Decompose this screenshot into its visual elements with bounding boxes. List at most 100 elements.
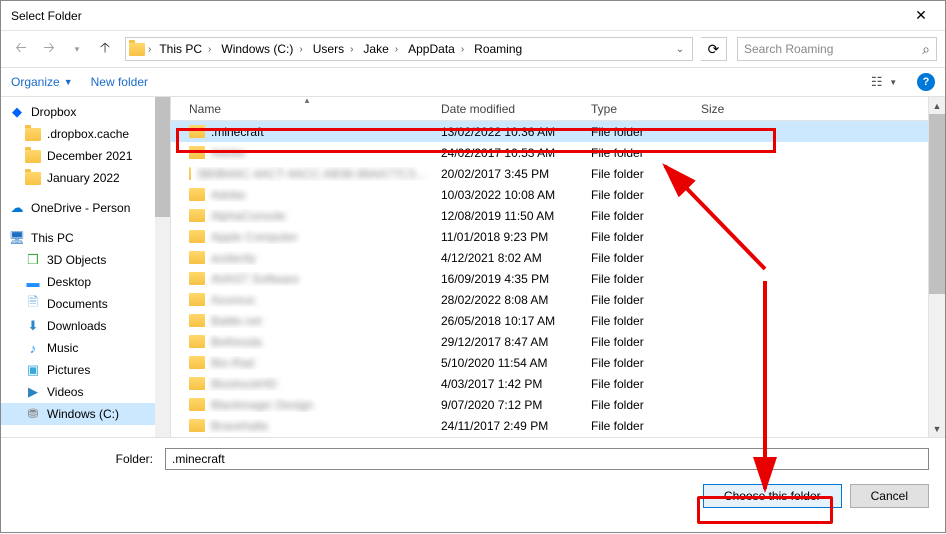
file-list: Name Date modified Type Size .minecraft 1… — [171, 97, 928, 437]
file-date: 11/01/2018 9:23 PM — [433, 230, 583, 244]
nav-windows-c[interactable]: ⛃Windows (C:) — [1, 403, 155, 425]
file-type: File folder — [583, 209, 693, 223]
folder-icon — [189, 125, 205, 138]
scrollbar-thumb[interactable] — [155, 97, 170, 217]
nav-dropbox[interactable]: ◆Dropbox — [1, 101, 155, 123]
folder-icon — [189, 209, 205, 222]
search-box[interactable]: ⌕ — [737, 37, 937, 61]
breadcrumb[interactable]: AppData› — [402, 38, 468, 60]
file-name: AlphaConsole — [211, 209, 286, 223]
column-name[interactable]: Name — [181, 102, 433, 116]
nav-this-pc[interactable]: 🖥This PC — [1, 227, 155, 249]
file-row[interactable]: Bethesda29/12/2017 8:47 AMFile folder — [171, 331, 928, 352]
file-row[interactable]: 3B0B4AC-4ACT-4ACC-AB36-96AA77C3...20/02/… — [171, 163, 928, 184]
file-name: Bravehalla — [211, 419, 268, 433]
file-type: File folder — [583, 146, 693, 160]
file-row[interactable]: Adobe24/02/2017 10:53 AMFile folder — [171, 142, 928, 163]
nav-item[interactable]: .dropbox.cache — [1, 123, 155, 145]
folder-icon — [189, 230, 205, 243]
scroll-up-button[interactable]: ▲ — [929, 97, 945, 114]
column-size[interactable]: Size — [693, 102, 773, 116]
search-input[interactable] — [744, 42, 922, 56]
file-name: AVAST Software — [211, 272, 299, 286]
folder-icon — [189, 293, 205, 306]
file-name: Blackmagic Design — [211, 398, 313, 412]
folder-icon — [25, 148, 41, 164]
nav-downloads[interactable]: ⬇Downloads — [1, 315, 155, 337]
file-name: Apple Computer — [211, 230, 298, 244]
nav-documents[interactable]: 🗎Documents — [1, 293, 155, 315]
file-type: File folder — [583, 356, 693, 370]
breadcrumb[interactable]: Users› — [307, 38, 358, 60]
file-name: .minecraft — [211, 125, 264, 139]
folder-icon — [189, 335, 205, 348]
breadcrumb[interactable]: Windows (C:)› — [215, 38, 306, 60]
help-button[interactable]: ? — [917, 73, 935, 91]
address-bar[interactable]: › This PC› Windows (C:)› Users› Jake› Ap… — [125, 37, 693, 61]
file-row[interactable]: audacity4/12/2021 8:02 AMFile folder — [171, 247, 928, 268]
search-icon[interactable]: ⌕ — [922, 41, 930, 58]
file-name: Bio-Rad — [211, 356, 254, 370]
column-date[interactable]: Date modified — [433, 102, 583, 116]
file-name: 3B0B4AC-4ACT-4ACC-AB36-96AA77C3... — [197, 167, 425, 181]
breadcrumb[interactable]: Jake› — [357, 38, 402, 60]
file-date: 9/07/2020 7:12 PM — [433, 398, 583, 412]
new-folder-button[interactable]: New folder — [91, 75, 148, 89]
close-button[interactable]: ✕ — [901, 2, 941, 30]
folder-icon — [189, 377, 205, 390]
nav-onedrive[interactable]: ☁OneDrive - Person — [1, 197, 155, 219]
nav-music[interactable]: ♪Music — [1, 337, 155, 359]
choose-folder-button[interactable]: Choose this folder — [703, 484, 842, 508]
folder-icon — [189, 314, 205, 327]
nav-desktop[interactable]: ▬Desktop — [1, 271, 155, 293]
file-row[interactable]: BioshockHD4/03/2017 1:42 PMFile folder — [171, 373, 928, 394]
forward-button[interactable]: 🡢 — [37, 37, 61, 61]
column-headers: Name Date modified Type Size — [171, 97, 928, 121]
nav-videos[interactable]: ▶Videos — [1, 381, 155, 403]
folder-icon — [189, 398, 205, 411]
file-type: File folder — [583, 251, 693, 265]
file-row[interactable]: AlphaConsole12/08/2019 11:50 AMFile fold… — [171, 205, 928, 226]
file-date: 4/12/2021 8:02 AM — [433, 251, 583, 265]
file-row[interactable]: Battle.net26/05/2018 10:17 AMFile folder — [171, 310, 928, 331]
nav-item[interactable]: January 2022 — [1, 167, 155, 189]
file-type: File folder — [583, 335, 693, 349]
file-row[interactable]: Blackmagic Design9/07/2020 7:12 PMFile f… — [171, 394, 928, 415]
back-button[interactable]: 🡠 — [9, 37, 33, 61]
file-date: 13/02/2022 10:36 AM — [433, 125, 583, 139]
file-type: File folder — [583, 293, 693, 307]
folder-icon — [189, 419, 205, 432]
chevron-right-icon[interactable]: › — [146, 44, 153, 55]
file-row[interactable]: Bravehalla24/11/2017 2:49 PMFile folder — [171, 415, 928, 436]
pc-icon: 🖥 — [9, 230, 25, 246]
cancel-button[interactable]: Cancel — [850, 484, 929, 508]
file-scrollbar[interactable]: ▲ ▼ — [928, 97, 945, 437]
file-date: 24/11/2017 2:49 PM — [433, 419, 583, 433]
folder-icon — [189, 356, 205, 369]
folder-icon — [189, 272, 205, 285]
scrollbar-thumb[interactable] — [929, 114, 945, 294]
chevron-down-icon[interactable]: ⌄ — [670, 44, 690, 55]
file-row[interactable]: AVAST Software16/09/2019 4:35 PMFile fol… — [171, 268, 928, 289]
up-button[interactable]: 🡡 — [93, 37, 117, 61]
breadcrumb[interactable]: Roaming — [468, 38, 528, 60]
scroll-down-button[interactable]: ▼ — [929, 420, 945, 437]
file-row[interactable]: Apple Computer11/01/2018 9:23 PMFile fol… — [171, 226, 928, 247]
file-type: File folder — [583, 167, 693, 181]
nav-3d-objects[interactable]: ❒3D Objects — [1, 249, 155, 271]
column-type[interactable]: Type — [583, 102, 693, 116]
file-name: BioshockHD — [211, 377, 277, 391]
organize-menu[interactable]: Organize ▼ — [11, 75, 73, 89]
file-row[interactable]: Adobe10/03/2022 10:08 AMFile folder — [171, 184, 928, 205]
file-row[interactable]: Azureus28/02/2022 8:08 AMFile folder — [171, 289, 928, 310]
nav-pictures[interactable]: ▣Pictures — [1, 359, 155, 381]
view-options-button[interactable]: ☷ ▼ — [869, 74, 899, 90]
nav-item[interactable]: December 2021 — [1, 145, 155, 167]
refresh-button[interactable]: ⟳ — [701, 37, 727, 61]
breadcrumb[interactable]: This PC› — [153, 38, 215, 60]
file-row[interactable]: Bio-Rad5/10/2020 11:54 AMFile folder — [171, 352, 928, 373]
recent-dropdown[interactable]: ▾ — [65, 37, 89, 61]
folder-input[interactable] — [165, 448, 929, 470]
file-row[interactable]: .minecraft13/02/2022 10:36 AMFile folder — [171, 121, 928, 142]
nav-scrollbar[interactable] — [155, 97, 171, 437]
